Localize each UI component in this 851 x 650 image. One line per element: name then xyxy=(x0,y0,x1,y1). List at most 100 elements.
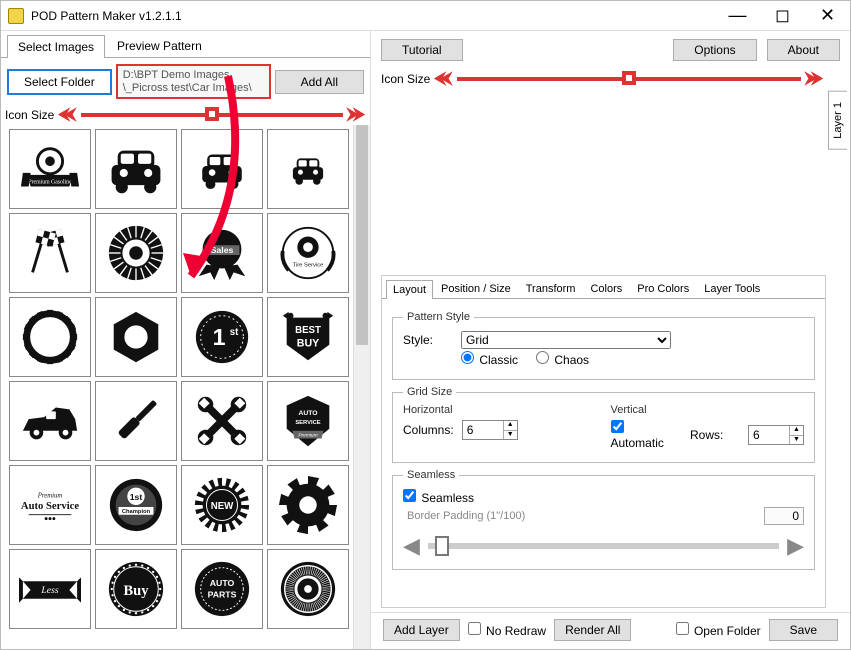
tab-select-images[interactable]: Select Images xyxy=(7,35,105,58)
vertical-label: Vertical xyxy=(611,404,805,416)
grid-item-first-place-badge[interactable]: 1 st xyxy=(181,297,263,377)
grid-item-nut-hex[interactable] xyxy=(95,297,177,377)
automatic-checkbox[interactable]: Automatic xyxy=(611,420,675,450)
border-pad-handle-icon[interactable] xyxy=(435,536,449,556)
minimize-button[interactable]: — xyxy=(715,1,760,31)
radio-classic[interactable]: Classic xyxy=(461,351,518,367)
grid-item-car-front-wide[interactable] xyxy=(95,129,177,209)
add-layer-button[interactable]: Add Layer xyxy=(383,619,460,641)
rows-input[interactable] xyxy=(749,426,789,444)
window-title: POD Pattern Maker v1.2.1.1 xyxy=(31,9,715,23)
tab-layer-tools[interactable]: Layer Tools xyxy=(697,279,767,298)
columns-up-icon[interactable]: ▲ xyxy=(503,421,517,431)
rows-label: Rows: xyxy=(690,428,740,442)
svg-text:1: 1 xyxy=(213,324,226,350)
svg-text:Premium Gasoline: Premium Gasoline xyxy=(28,180,72,186)
tab-position-size[interactable]: Position / Size xyxy=(434,279,518,298)
border-pad-dec[interactable]: ◀ xyxy=(403,533,420,559)
rows-up-icon[interactable]: ▲ xyxy=(789,426,803,436)
about-button[interactable]: About xyxy=(767,39,840,61)
tab-layout[interactable]: Layout xyxy=(386,280,433,299)
icon-size-label-right: Icon Size xyxy=(381,72,430,86)
slider-handle-right-icon[interactable] xyxy=(622,71,636,85)
columns-label: Columns: xyxy=(403,423,454,437)
grid-item-emblem-gasoline[interactable]: Premium Gasoline xyxy=(9,129,91,209)
rows-down-icon[interactable]: ▼ xyxy=(789,436,803,445)
grid-item-gear-outline[interactable] xyxy=(9,297,91,377)
border-pad-inc[interactable]: ▶ xyxy=(787,533,804,559)
border-padding-label: Border Padding (1"/100) xyxy=(407,510,525,522)
grid-item-screwdriver[interactable] xyxy=(95,381,177,461)
svg-text:Buy: Buy xyxy=(123,583,149,599)
icon-size-dec-right[interactable]: ⮜⮜ xyxy=(434,71,453,87)
icon-size-inc-right[interactable]: ⮞⮞ xyxy=(805,71,824,87)
seamless-group: Seamless Seamless Border Padding (1"/100… xyxy=(392,469,815,570)
render-all-button[interactable]: Render All xyxy=(554,619,631,641)
columns-down-icon[interactable]: ▼ xyxy=(503,431,517,440)
grid-item-brake-disc[interactable] xyxy=(267,549,349,629)
layer-tab-1[interactable]: Layer 1 xyxy=(828,91,847,150)
grid-item-wrenches-crossed[interactable] xyxy=(181,381,263,461)
grid-item-car-front-small[interactable] xyxy=(267,129,349,209)
grid-item-auto-service-emblem[interactable]: AUTOSERVICEPremium xyxy=(267,381,349,461)
scrollbar-thumb[interactable] xyxy=(356,125,368,345)
no-redraw-checkbox[interactable]: No Redraw xyxy=(468,622,546,638)
icon-size-slider-right[interactable] xyxy=(457,77,801,81)
tab-preview-pattern[interactable]: Preview Pattern xyxy=(106,34,213,57)
grid-item-1st-champion-badge[interactable]: 1stChampion xyxy=(95,465,177,545)
grid-item-new-sunburst[interactable]: NEW xyxy=(181,465,263,545)
open-folder-checkbox[interactable]: Open Folder xyxy=(676,622,761,638)
select-folder-button[interactable]: Select Folder xyxy=(7,69,112,95)
preview-canvas xyxy=(379,93,804,265)
grid-item-racing-flags[interactable] xyxy=(9,213,91,293)
seamless-checkbox[interactable]: Seamless xyxy=(403,489,474,505)
add-all-button[interactable]: Add All xyxy=(275,70,364,94)
tab-pro-colors[interactable]: Pro Colors xyxy=(630,279,696,298)
grid-item-less-ribbon[interactable]: Less xyxy=(9,549,91,629)
icon-size-dec-left[interactable]: ⮜⮜ xyxy=(58,107,77,123)
svg-text:Champion: Champion xyxy=(122,509,151,515)
close-button[interactable]: ✕ xyxy=(805,1,850,31)
grid-item-buy-badge[interactable]: Buy xyxy=(95,549,177,629)
horizontal-label: Horizontal xyxy=(403,404,597,416)
svg-text:SERVICE: SERVICE xyxy=(295,420,320,426)
tab-transform[interactable]: Transform xyxy=(519,279,583,298)
seamless-legend: Seamless xyxy=(403,469,459,481)
icon-size-inc-left[interactable]: ⮞⮞ xyxy=(347,107,366,123)
icon-size-label-left: Icon Size xyxy=(5,108,54,122)
grid-item-gear-solid[interactable] xyxy=(267,465,349,545)
grid-item-car-side[interactable] xyxy=(9,381,91,461)
grid-item-car-front-medium[interactable] xyxy=(181,129,263,209)
svg-text:Premium: Premium xyxy=(298,433,317,439)
grid-size-group: Grid Size Horizontal Columns: ▲▼ xyxy=(392,386,815,463)
rows-spinner[interactable]: ▲▼ xyxy=(748,425,804,445)
grid-item-auto-parts-badge[interactable]: AUTOPARTS xyxy=(181,549,263,629)
style-label: Style: xyxy=(403,333,453,347)
columns-spinner[interactable]: ▲▼ xyxy=(462,420,518,440)
options-button[interactable]: Options xyxy=(673,39,756,61)
svg-text:BEST: BEST xyxy=(295,325,321,336)
icon-size-slider-left[interactable] xyxy=(81,113,343,117)
tutorial-button[interactable]: Tutorial xyxy=(381,39,463,61)
save-button[interactable]: Save xyxy=(769,619,838,641)
svg-text:Tire Service: Tire Service xyxy=(293,263,324,269)
border-pad-slider[interactable] xyxy=(428,543,779,549)
svg-text:st: st xyxy=(230,327,239,338)
grid-item-sales-badge[interactable]: Sales xyxy=(181,213,263,293)
columns-input[interactable] xyxy=(463,421,503,439)
radio-chaos[interactable]: Chaos xyxy=(536,351,589,367)
grid-item-tire[interactable] xyxy=(95,213,177,293)
grid-size-legend: Grid Size xyxy=(403,386,456,398)
folder-path-line2: \_Picross test\Car Images\ xyxy=(123,82,264,95)
slider-handle-icon[interactable] xyxy=(205,107,219,121)
grid-item-best-buy-shield[interactable]: BESTBUY xyxy=(267,297,349,377)
tab-colors[interactable]: Colors xyxy=(583,279,629,298)
folder-path-line1: D:\BPT Demo Images xyxy=(123,69,264,82)
maximize-button[interactable]: ◻ xyxy=(760,1,805,31)
style-select[interactable]: Grid xyxy=(461,331,671,349)
grid-item-premium-auto-service-text[interactable]: PremiumAuto Service xyxy=(9,465,91,545)
app-icon xyxy=(8,8,24,24)
scrollbar-left[interactable] xyxy=(353,125,370,649)
left-tabs: Select Images Preview Pattern xyxy=(1,31,370,58)
grid-item-tire-service-badge[interactable]: Tire Service xyxy=(267,213,349,293)
